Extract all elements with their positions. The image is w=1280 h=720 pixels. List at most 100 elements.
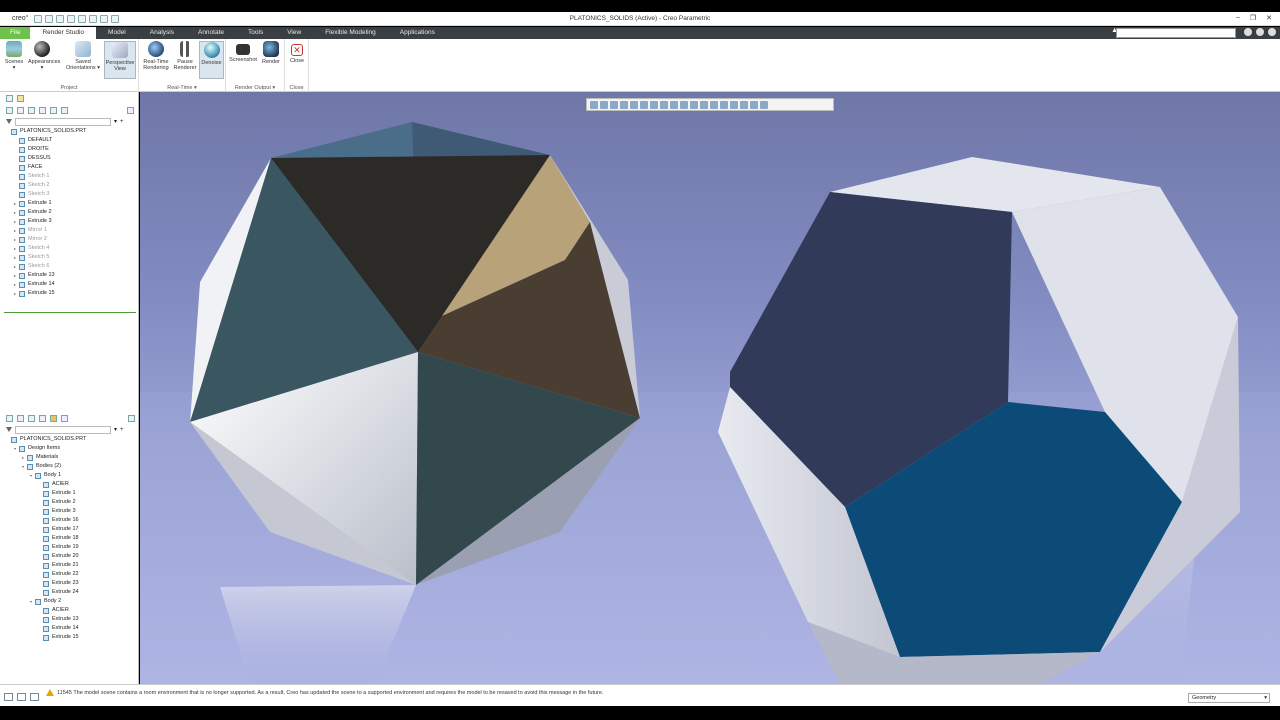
funnel-icon[interactable] [6, 119, 12, 124]
model-tree-filter-input[interactable] [15, 117, 111, 126]
repaint-icon[interactable] [620, 100, 628, 109]
body-tree-item[interactable]: ACIER [0, 480, 139, 489]
tab-model[interactable]: Model [96, 27, 138, 39]
body-tree-item[interactable]: Extrude 2 [0, 498, 139, 507]
restore-button[interactable]: ❐ [1250, 14, 1256, 22]
model-tree-item[interactable]: ▸ Extrude 1 [0, 199, 138, 208]
redo-icon[interactable] [78, 14, 87, 23]
browser-toggle-icon[interactable] [17, 693, 26, 701]
body-tree-item[interactable]: Extrude 3 [0, 507, 139, 516]
body-tree-item[interactable]: Extrude 23 [0, 579, 139, 588]
tab-render-studio[interactable]: Render Studio [30, 27, 97, 39]
tree-filter-icon[interactable] [28, 414, 35, 422]
tab-flexible-modeling[interactable]: Flexible Modeling [313, 27, 388, 39]
tab-file[interactable]: File [0, 27, 31, 39]
model-tree-item[interactable]: ▸ Sketch 5 [0, 253, 138, 262]
tree-settings-icon[interactable] [6, 414, 13, 422]
tree-settings-icon[interactable] [6, 106, 13, 114]
body-tree-item[interactable]: Extrude 13 [0, 615, 139, 624]
model-tree-item[interactable]: Sketch 2 [0, 181, 138, 190]
tree-search-icon[interactable] [127, 106, 134, 114]
model-tree-item[interactable]: DESSUS [0, 154, 138, 163]
tree-search-icon[interactable] [128, 414, 135, 422]
model-tree-item[interactable]: ▸ Extrude 15 [0, 289, 138, 298]
body-tree-item[interactable]: Extrude 18 [0, 534, 139, 543]
insert-here-indicator[interactable] [4, 312, 136, 313]
pause-view-icon[interactable] [750, 100, 758, 109]
tab-view[interactable]: View [275, 27, 313, 39]
body-tree-item[interactable]: Extrude 14 [0, 624, 139, 633]
scenes-button[interactable]: Scenes ▾ [0, 41, 28, 71]
denoise-button[interactable]: Denoise [199, 41, 224, 79]
model-tree-item[interactable]: ▸ Mirror 1 [0, 226, 138, 235]
minimize-button[interactable]: – [1236, 14, 1240, 22]
model-tree-item[interactable]: ▸ Sketch 6 [0, 262, 138, 271]
model-tree-item[interactable]: ▸ Extrude 14 [0, 280, 138, 289]
body-tree-item[interactable]: PLATONICS_SOLIDS.PRT [0, 435, 139, 444]
appearances-button[interactable]: Appearances ▾ [28, 41, 60, 71]
body-tree-item[interactable]: ACIER [0, 606, 139, 615]
open-file-icon[interactable] [45, 14, 54, 23]
real-time-rendering-button[interactable]: Real-Time Rendering [141, 41, 171, 71]
tree-show-icon[interactable] [39, 414, 46, 422]
perspective-icon[interactable] [680, 100, 688, 109]
add-column-icon[interactable]: + [120, 427, 124, 433]
windows-icon[interactable] [100, 14, 109, 23]
close-button[interactable]: ✕ [1266, 14, 1272, 22]
body-tree-item[interactable]: ▸ Materials [0, 453, 139, 462]
model-tree-item[interactable]: Sketch 1 [0, 172, 138, 181]
tab-applications[interactable]: Applications [388, 27, 447, 39]
zoom-in-icon[interactable] [600, 100, 608, 109]
screenshot-button[interactable]: Screenshot [228, 41, 258, 63]
tree-columns-icon[interactable] [17, 414, 24, 422]
refit-icon[interactable] [590, 100, 598, 109]
model-tree-item[interactable]: DROITE [0, 145, 138, 154]
saved-orientations-button[interactable]: Saved Orientations ▾ [66, 41, 100, 71]
pause-renderer-button[interactable]: Pause Renderer [171, 41, 199, 71]
model-tree-item[interactable]: ▸ Mirror 2 [0, 235, 138, 244]
filter-dropdown-icon[interactable]: ▾ [114, 426, 117, 433]
display-style-icon[interactable] [650, 100, 658, 109]
pan-icon[interactable] [640, 100, 648, 109]
close-render-studio-button[interactable]: ✕ Close [285, 41, 309, 64]
close-window-icon[interactable] [111, 14, 120, 23]
view-manager-icon[interactable] [670, 100, 678, 109]
stop-view-icon[interactable] [760, 100, 768, 109]
zoom-window-icon[interactable] [630, 100, 638, 109]
perspective-view-button[interactable]: Perspective View [104, 41, 136, 79]
body-tree-item[interactable]: Extrude 17 [0, 525, 139, 534]
render-button[interactable]: Render [258, 41, 284, 65]
model-tree-item[interactable]: DEFAULT [0, 136, 138, 145]
appearance-toggle-icon[interactable] [730, 100, 738, 109]
body-tree-item[interactable]: ▾ Bodies (2) [0, 462, 139, 471]
filter-dropdown-icon[interactable]: ▾ [114, 118, 117, 125]
new-file-icon[interactable] [34, 14, 43, 23]
model-tree-item[interactable]: FACE [0, 163, 138, 172]
tree-expand-icon[interactable] [50, 106, 57, 114]
tree-sort-icon[interactable] [61, 414, 68, 422]
navigator-toggle-icon[interactable] [4, 693, 13, 701]
body-tree-item[interactable]: ▾ Body 2 [0, 597, 139, 606]
tab-tools[interactable]: Tools [236, 27, 275, 39]
community-icon[interactable] [1268, 28, 1276, 36]
body-tree-item[interactable]: ▾ Body 1 [0, 471, 139, 480]
model-tree-tab-icon[interactable] [6, 94, 13, 102]
group-label-real-time[interactable]: Real-Time ▾ [139, 85, 225, 91]
datum-display-icon[interactable] [700, 100, 708, 109]
body-tree-item[interactable]: Extrude 19 [0, 543, 139, 552]
sketch-view-icon[interactable] [740, 100, 748, 109]
tree-show-icon[interactable] [39, 106, 46, 114]
graphics-viewport[interactable] [140, 92, 1280, 684]
tree-columns-icon[interactable] [17, 106, 24, 114]
saved-views-icon[interactable] [660, 100, 668, 109]
model-tree-item[interactable]: PLATONICS_SOLIDS.PRT [0, 127, 138, 136]
body-tree-item[interactable]: Extrude 15 [0, 633, 139, 642]
body-tree-filter-input[interactable] [15, 425, 111, 434]
section-icon[interactable] [690, 100, 698, 109]
save-icon[interactable] [56, 14, 65, 23]
add-column-icon[interactable]: + [120, 119, 124, 125]
group-label-render-output[interactable]: Render Output ▾ [226, 85, 284, 91]
help-icon[interactable] [1256, 28, 1264, 36]
zoom-out-icon[interactable] [610, 100, 618, 109]
model-tree-item[interactable]: Sketch 3 [0, 190, 138, 199]
